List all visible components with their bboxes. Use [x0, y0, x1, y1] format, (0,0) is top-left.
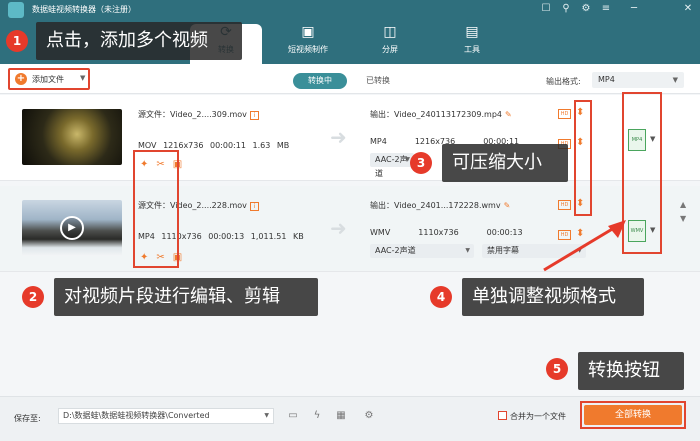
callout-edit-clips: 对视频片段进行编辑、剪辑 [54, 278, 318, 316]
audio-select[interactable]: AAC-2声道 ▼ [370, 153, 414, 178]
tab-converting[interactable]: 转换中 [293, 73, 347, 89]
source-file-info: MOV 1216x736 00:00:11 1.63 MB [138, 141, 290, 150]
toolbox-icon: ▤ [465, 24, 479, 40]
audio-select[interactable]: AAC-2声道 ▼ [370, 244, 474, 258]
pencil-icon[interactable]: ✎ [504, 201, 511, 210]
checkbox[interactable] [498, 411, 507, 420]
video-thumbnail[interactable]: ▶ [22, 200, 122, 256]
flash-off-icon[interactable]: ϟ [310, 409, 324, 423]
key-icon[interactable]: ⚲ [558, 2, 574, 16]
move-up-icon[interactable]: ▲ [680, 200, 686, 209]
menu-icon[interactable]: ≡ [598, 2, 614, 16]
tab-short-video[interactable]: ▣ 短视频制作 [272, 24, 344, 64]
chevron-down-icon: ▼ [264, 412, 269, 419]
hd-icon[interactable]: HD [558, 200, 571, 210]
edit-highlight-box [133, 150, 179, 268]
source-file-name: 源文件：Video_2....309.mov i [138, 109, 259, 120]
output-spec: WMV 1110x736 00:00:13 [370, 228, 523, 237]
add-file-button[interactable]: + 添加文件 ▼ [8, 68, 90, 90]
chevron-down-icon: ▼ [672, 76, 678, 84]
callout-compress: 可压缩大小 [442, 144, 568, 182]
hardware-accel-icon[interactable]: ▦ [334, 409, 348, 423]
callout-add-videos: 点击，添加多个视频 [36, 22, 242, 60]
toolbar: + 添加文件 ▼ 转换中 已转换 输出格式: MP4 ▼ [0, 64, 700, 94]
callout-format: 单独调整视频格式 [462, 278, 644, 316]
tab-split-screen[interactable]: ◫ 分屏 [354, 24, 426, 64]
tab-tools[interactable]: ▤ 工具 [436, 24, 508, 64]
app-title: 数据蛙视频转换器（未注册） [32, 5, 136, 14]
info-icon[interactable]: i [249, 111, 259, 120]
callout-convert: 转换按钮 [578, 352, 684, 390]
arrow-right-icon: ➜ [330, 216, 347, 240]
arrow-right-icon: ➜ [330, 125, 347, 149]
info-icon[interactable]: i [249, 202, 259, 211]
settings-icon[interactable]: ⚙ [578, 2, 594, 16]
compress-highlight-box [574, 100, 592, 216]
save-path-select[interactable]: D:\数据蛙\数据蛙视频转换器\Converted ▼ [58, 408, 274, 424]
merge-checkbox[interactable]: 合并为一个文件 [498, 411, 566, 422]
settings-icon[interactable]: ⚙ [362, 409, 376, 423]
plus-icon: + [15, 73, 27, 85]
play-icon[interactable]: ▶ [60, 216, 84, 240]
step-number: 5 [546, 358, 568, 380]
hd-icon[interactable]: HD [558, 109, 571, 119]
annotation-arrow [543, 220, 626, 272]
step-number: 1 [6, 30, 28, 52]
minimize-button[interactable]: ─ [626, 2, 642, 16]
title-bar: 数据蛙视频转换器（未注册） ☐ ⚲ ⚙ ≡ ─ ✕ [0, 0, 700, 18]
output-file-name: 输出：Video_240113172309.mp4 ✎ [370, 110, 512, 119]
step-number: 2 [22, 286, 44, 308]
step-number: 3 [410, 152, 432, 174]
video-thumbnail[interactable] [22, 109, 122, 165]
feedback-icon[interactable]: ☐ [538, 2, 554, 16]
output-format-label: 输出格式: [546, 77, 581, 86]
convert-all-button[interactable]: 全部转换 [580, 401, 686, 429]
pencil-icon[interactable]: ✎ [505, 110, 512, 119]
output-file-name: 输出：Video_2401...172228.wmv ✎ [370, 201, 511, 210]
move-down-icon[interactable]: ▼ [680, 214, 686, 223]
file-row: 源文件：Video_2....309.mov i MOV 1216x736 00:… [0, 95, 700, 181]
save-to-label: 保存至: [14, 414, 41, 423]
step-number: 4 [430, 286, 452, 308]
close-button[interactable]: ✕ [680, 2, 696, 16]
chevron-down-icon: ▼ [80, 74, 86, 82]
app-logo-icon [8, 2, 24, 18]
tab-converted[interactable]: 已转换 [358, 73, 398, 89]
output-format-select[interactable]: MP4 ▼ [592, 72, 684, 88]
footer-bar: 保存至: D:\数据蛙\数据蛙视频转换器\Converted ▼ ▭ ϟ ▦ ⚙… [0, 396, 700, 441]
folder-icon[interactable]: ▭ [286, 409, 300, 423]
split-screen-icon: ◫ [383, 24, 397, 40]
image-icon: ▣ [301, 24, 315, 40]
